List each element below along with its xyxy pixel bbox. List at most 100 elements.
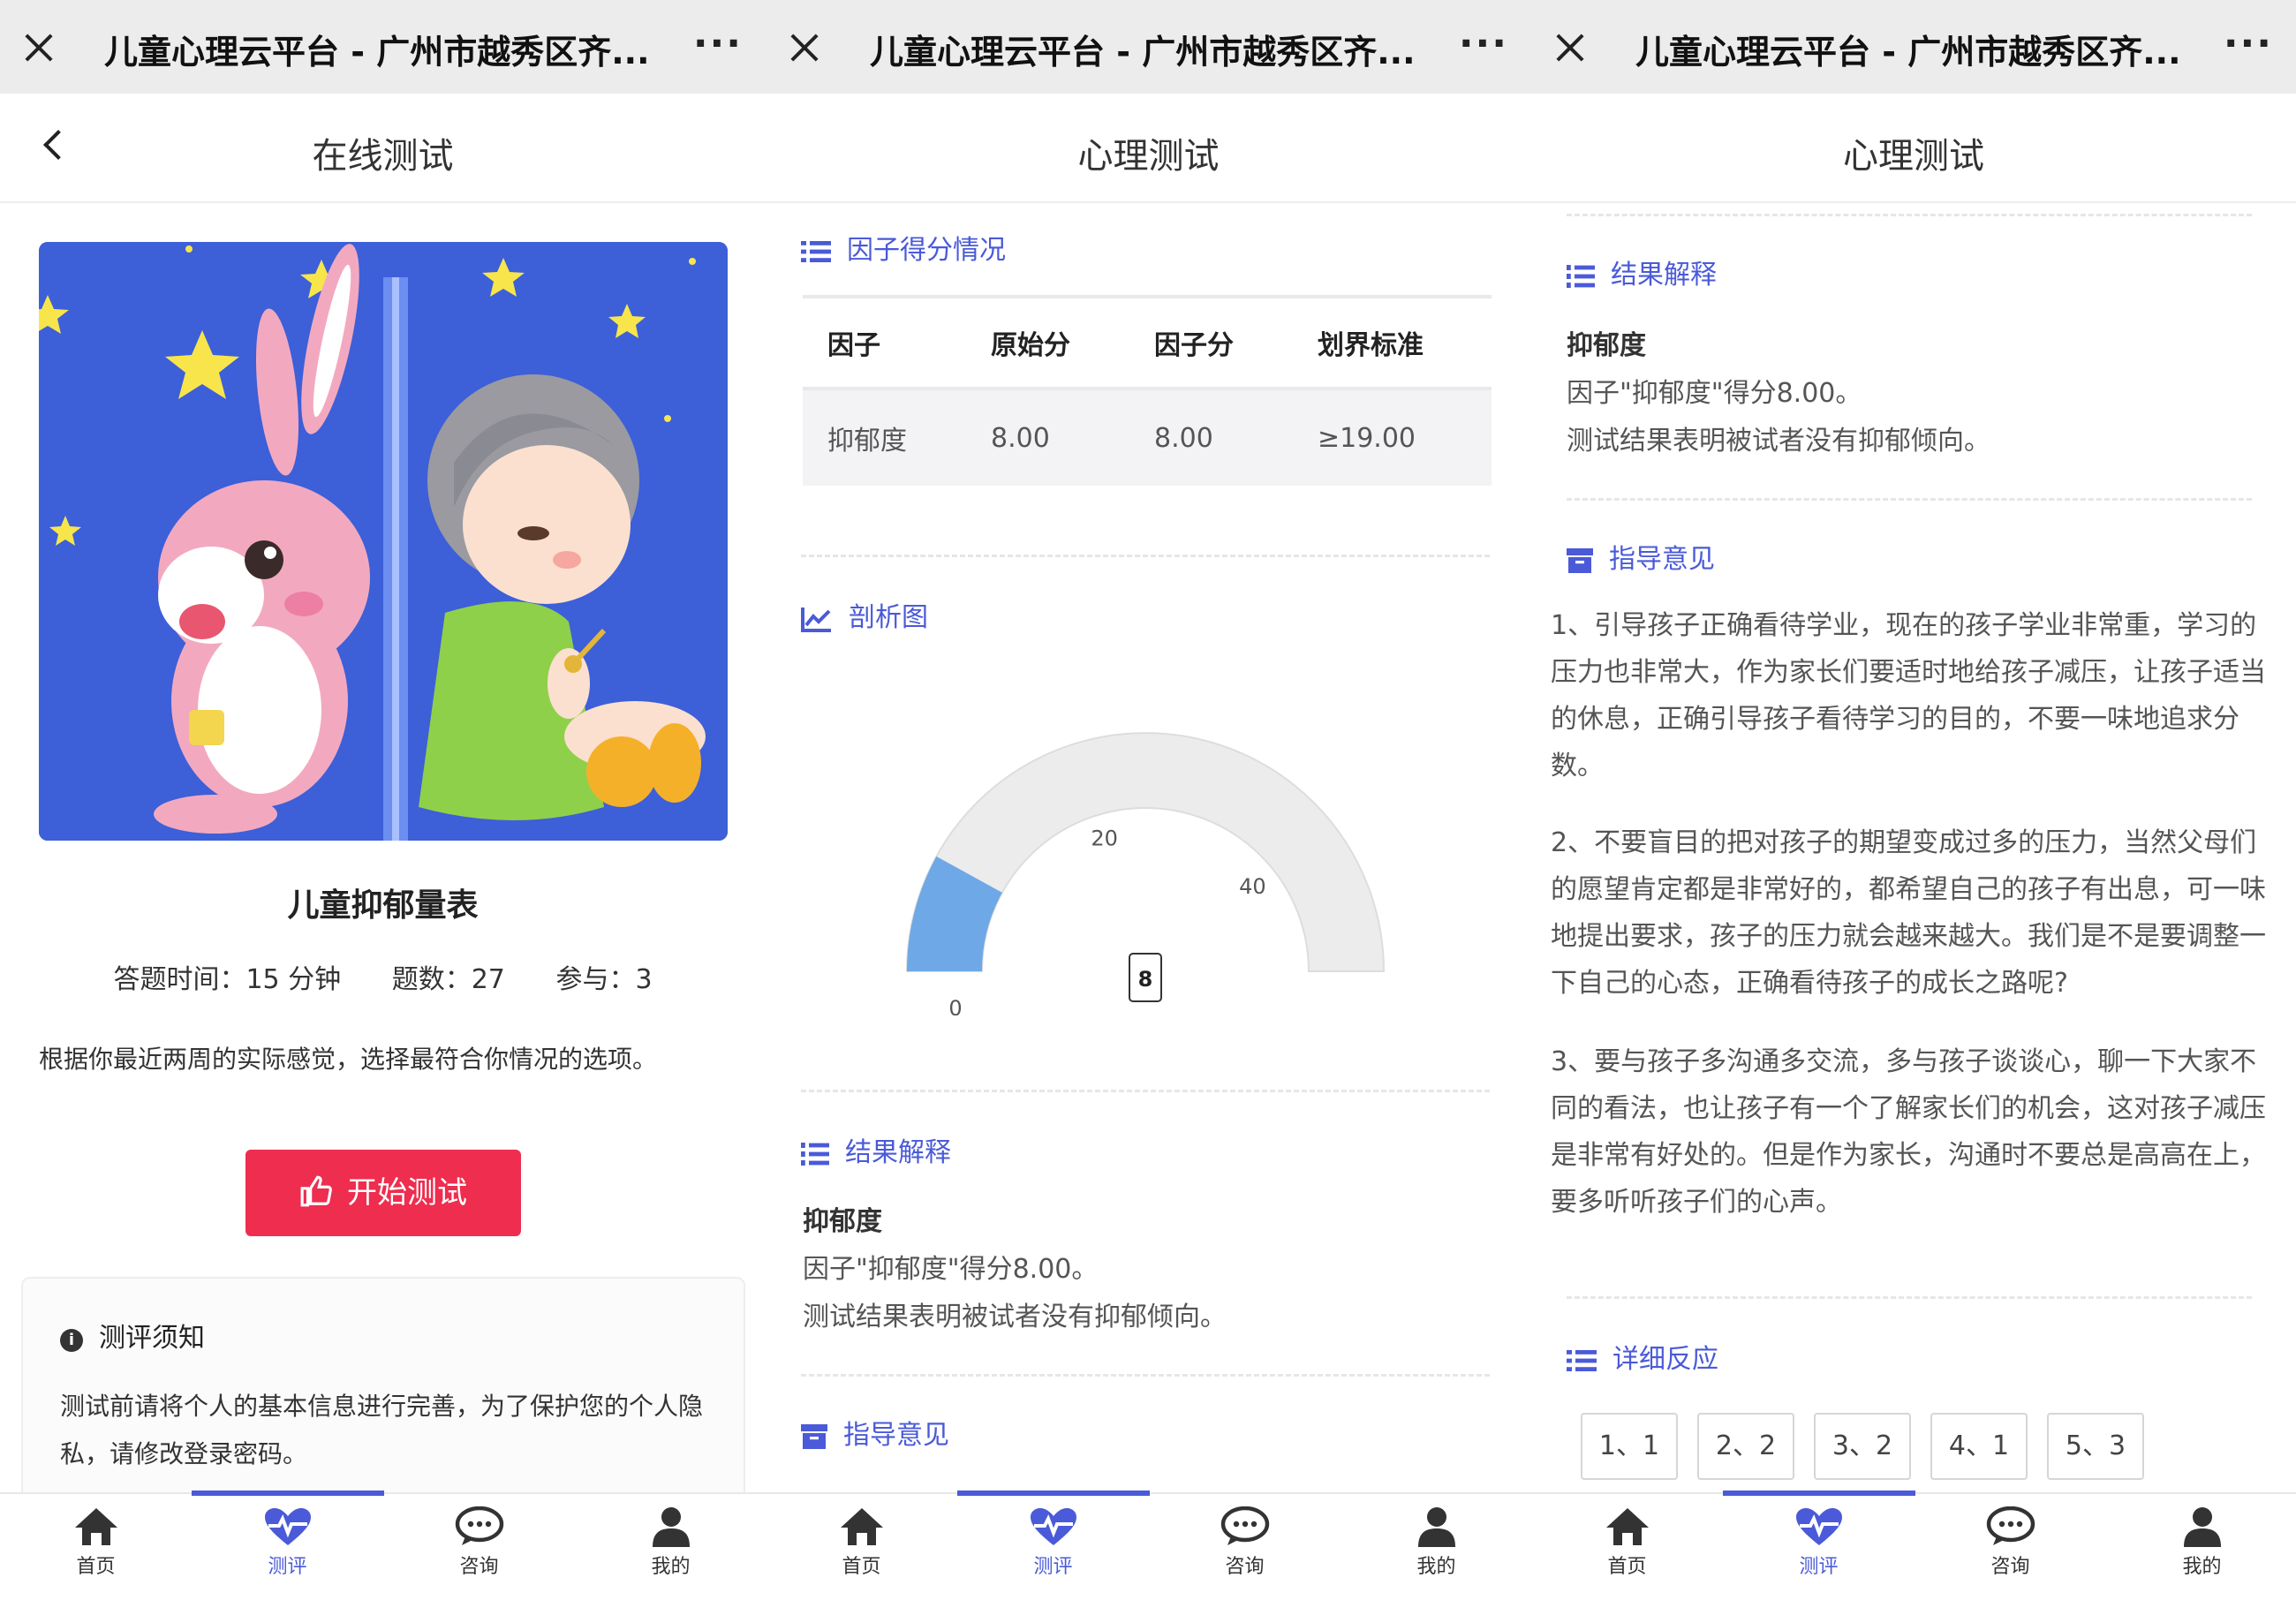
- heartbeat-icon: [264, 1508, 311, 1545]
- list-icon: [1567, 1349, 1597, 1371]
- tab-assessment[interactable]: 测评: [192, 1506, 383, 1579]
- gauge-value-label: 8: [1138, 967, 1153, 992]
- factor-score-title: 因子得分情况: [847, 235, 1006, 266]
- response-chip[interactable]: 4、1: [1930, 1413, 2028, 1480]
- nav-bar: 心理测试: [1531, 94, 2296, 203]
- window-title: 儿童心理云平台 - 广州市越秀区齐...: [870, 33, 1416, 72]
- tab-mine[interactable]: 我的: [1341, 1506, 1531, 1579]
- result-conclusion-text: 测试结果表明被试者没有抑郁倾向。: [1567, 426, 1990, 457]
- tab-mine[interactable]: 我的: [2106, 1506, 2296, 1579]
- tab-label: 咨询: [459, 1556, 499, 1578]
- window-title: 儿童心理云平台 - 广州市越秀区齐...: [1635, 33, 2181, 72]
- tab-consult[interactable]: 咨询: [1149, 1506, 1341, 1579]
- tab-assessment[interactable]: 测评: [957, 1506, 1149, 1579]
- close-icon[interactable]: [21, 30, 57, 65]
- home-icon: [840, 1508, 883, 1545]
- tab-label: 咨询: [1990, 1556, 2030, 1578]
- tab-label: 首页: [76, 1556, 116, 1578]
- answer-time: 答题时间：15 分钟: [113, 964, 342, 995]
- column-header: 划界标准: [1318, 330, 1424, 361]
- advice-paragraph-2: 2、不要盲目的把对孩子的期望变成过多的压力，当然父母们的愿望肯定都是非常好的，都…: [1551, 827, 2266, 999]
- start-test-button[interactable]: 开始测试: [245, 1150, 521, 1236]
- more-options-icon[interactable]: ···: [1459, 21, 1508, 66]
- response-chip[interactable]: 5、3: [2047, 1413, 2144, 1480]
- window-bar: 儿童心理云平台 - 广州市越秀区齐... ···: [0, 0, 766, 94]
- result-title: 结果解释: [845, 1137, 951, 1168]
- divider: [801, 1374, 1490, 1377]
- window-title: 儿童心理云平台 - 广州市越秀区齐...: [104, 33, 650, 72]
- tab-home[interactable]: 首页: [1531, 1506, 1723, 1579]
- response-chip[interactable]: 1、1: [1581, 1413, 1678, 1480]
- active-tab-indicator: [192, 1491, 384, 1496]
- guidance-title: 指导意见: [1609, 544, 1715, 575]
- advice-paragraph-3: 3、要与孩子多沟通多交流，多与孩子谈谈心，聊一下大家不同的看法，也让孩子有一个了…: [1551, 1046, 2266, 1218]
- user-icon: [1417, 1507, 1455, 1547]
- bottom-tab-bar: 首页 测评 咨询 我的: [0, 1491, 766, 1600]
- result-header: 结果解释: [1567, 253, 1717, 291]
- result-score-text: 因子"抑郁度"得分8.00。: [1567, 378, 1862, 409]
- chart-title: 剖析图: [849, 602, 928, 633]
- heartbeat-icon: [1795, 1508, 1842, 1545]
- guidance-header: 指导意见: [801, 1413, 949, 1452]
- test-meta: 答题时间：15 分钟 题数：27 参与：3: [0, 957, 766, 996]
- window-bar: 儿童心理云平台 - 广州市越秀区齐... ···: [1531, 0, 2296, 94]
- tab-label: 我的: [651, 1556, 691, 1578]
- screen-test-result-chart: 儿童心理云平台 - 广州市越秀区齐... ··· 心理测试 因子得分情况 因子 …: [766, 0, 1531, 1600]
- page-title: 心理测试: [1077, 136, 1220, 177]
- factor-score-header: 因子得分情况: [801, 228, 1006, 267]
- table-row: 抑郁度 8.00 8.00 ≥19.00: [803, 390, 1492, 486]
- page-title: 在线测试: [312, 136, 454, 177]
- archive-icon: [801, 1423, 827, 1449]
- result-title: 结果解释: [1611, 260, 1717, 291]
- tab-home[interactable]: 首页: [0, 1506, 192, 1579]
- tab-consult[interactable]: 咨询: [383, 1506, 575, 1579]
- divider: [801, 1090, 1490, 1092]
- column-header: 因子分: [1154, 330, 1234, 361]
- ordered-list-icon: [1567, 264, 1595, 288]
- screen-online-test: 儿童心理云平台 - 广州市越秀区齐... ··· 在线测试 儿童抑郁量表 答题时…: [0, 0, 766, 1600]
- more-options-icon[interactable]: ···: [2224, 21, 2273, 66]
- guidance-title: 指导意见: [843, 1420, 949, 1451]
- tab-mine[interactable]: 我的: [575, 1506, 766, 1579]
- factor-score-table: 因子 原始分 因子分 划界标准 抑郁度 8.00 8.00 ≥19.00: [803, 295, 1492, 486]
- table-cell: 8.00: [991, 422, 1050, 454]
- response-chip[interactable]: 2、2: [1697, 1413, 1794, 1480]
- tab-label: 咨询: [1225, 1556, 1265, 1578]
- close-icon[interactable]: [1552, 30, 1588, 65]
- ordered-list-icon: [801, 1142, 829, 1166]
- nav-bar: 心理测试: [766, 94, 1531, 203]
- result-factor-name: 抑郁度: [1567, 330, 1646, 361]
- line-chart-icon: [801, 607, 831, 632]
- archive-icon: [1567, 547, 1593, 573]
- page-title: 心理测试: [1843, 136, 1984, 177]
- question-count: 题数：27: [391, 964, 505, 995]
- tab-label: 测评: [268, 1556, 307, 1578]
- divider: [801, 555, 1490, 557]
- detail-response-title: 详细反应: [1612, 1344, 1718, 1375]
- tab-assessment[interactable]: 测评: [1723, 1506, 1915, 1579]
- user-icon: [652, 1507, 690, 1547]
- tab-label: 首页: [842, 1556, 881, 1578]
- table-cell: 8.00: [1154, 422, 1213, 454]
- active-tab-indicator: [957, 1491, 1150, 1496]
- scale-illustration: [39, 242, 728, 841]
- column-header: 因子: [827, 330, 880, 361]
- gauge-chart: 0 20 40 8: [905, 732, 1386, 1015]
- guidance-header: 指导意见: [1567, 537, 1715, 576]
- tab-home[interactable]: 首页: [766, 1506, 957, 1579]
- bottom-tab-bar: 首页 测评 咨询 我的: [766, 1491, 1531, 1600]
- more-options-icon[interactable]: ···: [693, 21, 743, 66]
- chat-bubble-icon: [1986, 1506, 2035, 1545]
- screen-test-result-advice: 儿童心理云平台 - 广州市越秀区齐... ··· 心理测试 结果解释 抑郁度 因…: [1531, 0, 2296, 1600]
- participant-count: 参与：3: [555, 964, 653, 995]
- start-test-label: 开始测试: [347, 1175, 467, 1211]
- response-chip[interactable]: 3、2: [1814, 1413, 1911, 1480]
- heartbeat-icon: [1030, 1508, 1076, 1545]
- notice-header: i 测评须知: [60, 1316, 205, 1355]
- chat-bubble-icon: [455, 1506, 503, 1545]
- divider: [1567, 498, 2252, 501]
- close-icon[interactable]: [787, 30, 822, 65]
- active-tab-indicator: [1723, 1491, 1915, 1496]
- tab-consult[interactable]: 咨询: [1915, 1506, 2106, 1579]
- tab-label: 我的: [2182, 1556, 2222, 1578]
